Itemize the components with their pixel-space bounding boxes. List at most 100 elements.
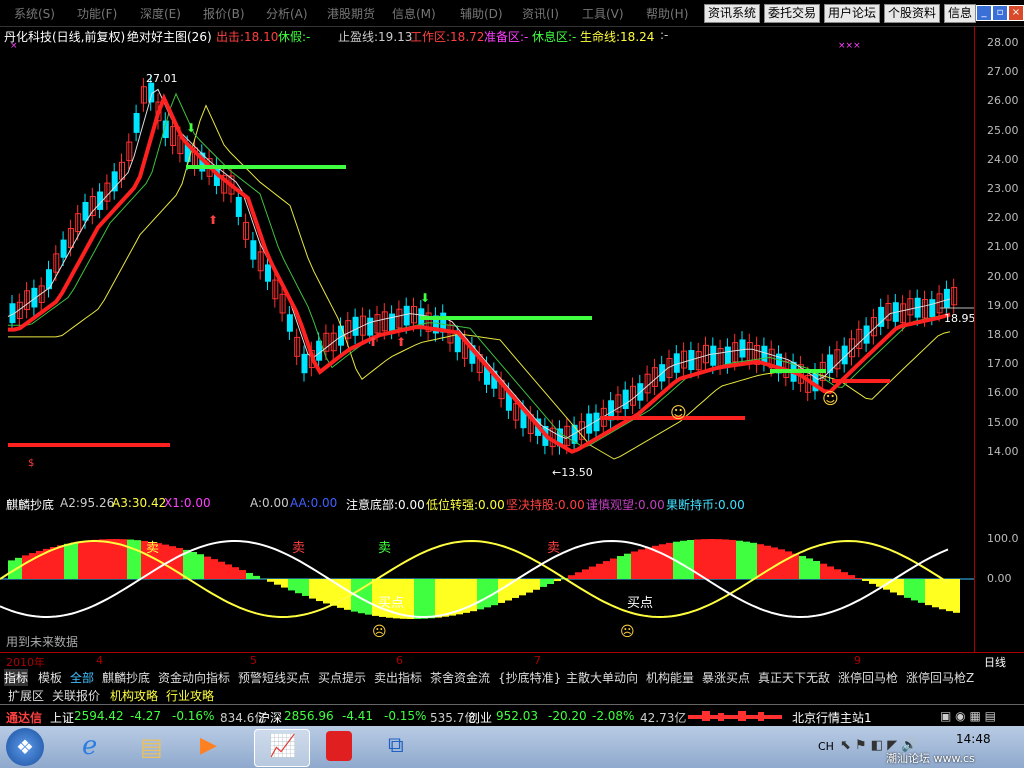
windows-logo-icon: ❖ — [16, 735, 34, 759]
candle-body — [316, 340, 323, 361]
media-taskbar-button[interactable]: ▶ — [184, 729, 238, 765]
sub-bar — [442, 579, 449, 617]
sz-value: 2856.96 — [284, 709, 334, 723]
buy-arrow-icon: ⬆ — [208, 213, 218, 227]
candle-body — [929, 299, 936, 317]
btn-info[interactable]: 信息 — [944, 4, 977, 23]
candle-body — [622, 389, 629, 410]
sub-bar — [722, 539, 729, 579]
buy-arrow-icon-2: ⬆ — [368, 335, 378, 349]
tab-sell[interactable]: 卖出指标 — [374, 669, 422, 686]
price-tick: 27.00 — [987, 65, 1019, 79]
tab-invincible[interactable]: 真正天下无敌 — [758, 669, 830, 686]
tab-indicator[interactable]: 指标 — [4, 669, 29, 686]
sell-label: 卖 — [146, 541, 159, 556]
sub-bar — [337, 579, 344, 608]
sub-bar — [484, 579, 491, 608]
face-icon-2: ☹ — [620, 624, 635, 640]
sub-bar — [827, 566, 834, 579]
menu-bar: 系统(S) 功能(F) 深度(E) 报价(B) 分析(A) 港股期货 信息(M)… — [0, 0, 1024, 27]
sub-bar — [288, 579, 295, 591]
sub-bar — [897, 579, 904, 596]
btn-forum[interactable]: 用户论坛 — [824, 4, 881, 23]
sub-a2: A2:95.26 — [60, 496, 115, 510]
sub-bar — [281, 579, 288, 588]
sh-change: -4.27 — [130, 709, 162, 723]
btn-news-system[interactable]: 资讯系统 — [704, 4, 761, 23]
minimize-icon[interactable]: _ — [976, 5, 992, 21]
sub-bar — [925, 579, 932, 606]
tab-big-order[interactable]: 主散大单动向 — [566, 669, 638, 686]
cy-label[interactable]: 创业 — [468, 709, 492, 726]
time-m7: 7 — [534, 654, 541, 667]
tab-warn[interactable]: 预警短线买点 — [238, 669, 310, 686]
sh-label[interactable]: 上证 — [50, 709, 74, 726]
btn-trade[interactable]: 委托交易 — [764, 4, 821, 23]
btn-stock-info[interactable]: 个股资料 — [884, 4, 941, 23]
price-tick: 26.00 — [987, 94, 1019, 108]
tab-buy-tip[interactable]: 买点提示 — [318, 669, 366, 686]
sub-bar — [750, 542, 757, 579]
tab-limit-up[interactable]: 涨停回马枪 — [838, 669, 898, 686]
sell-label-3: 卖 — [378, 541, 391, 556]
tab-ext[interactable]: 扩展区 — [8, 687, 44, 704]
sub-bar — [106, 539, 113, 579]
ext-tabs: 扩展区 关联报价 机构攻略 行业攻略 — [0, 686, 1024, 704]
menu-depth[interactable]: 深度(E) — [140, 5, 181, 22]
time-m5: 5 — [250, 654, 257, 667]
sub-bar — [519, 579, 526, 596]
sub-bar — [197, 554, 204, 579]
tdx-taskbar-button[interactable]: 📈 — [254, 729, 310, 767]
menu-analysis[interactable]: 分析(A) — [266, 5, 308, 22]
tab-fund-flow[interactable]: 资金动向指标 — [158, 669, 230, 686]
sub-bar — [939, 579, 946, 610]
tab-energy[interactable]: 机构能量 — [646, 669, 694, 686]
sub-bar — [680, 540, 687, 579]
tab-surge[interactable]: 暴涨买点 — [702, 669, 750, 686]
menu-aux[interactable]: 辅助(D) — [460, 5, 503, 22]
menu-system[interactable]: 系统(S) — [14, 5, 55, 22]
price-tick: 28.00 — [987, 36, 1019, 49]
tab-inst[interactable]: 机构攻略 — [110, 687, 158, 704]
tab-limit-up-z[interactable]: 涨停回马枪Z — [906, 669, 974, 686]
tab-related[interactable]: 关联报价 — [52, 687, 100, 704]
sz-label[interactable]: 沪深 — [258, 709, 282, 726]
sub-bar — [869, 579, 876, 584]
tab-tea[interactable]: 茶舍资金流 — [430, 669, 490, 686]
sub-bar — [568, 575, 575, 579]
menu-help[interactable]: 帮助(H) — [646, 5, 688, 22]
tab-bottom[interactable]: {抄底特准} — [498, 669, 561, 686]
start-button[interactable]: ❖ — [6, 728, 44, 766]
menu-news[interactable]: 资讯(I) — [522, 5, 559, 22]
explorer-taskbar-button[interactable]: ▤ — [126, 729, 180, 765]
tab-industry[interactable]: 行业攻略 — [166, 687, 214, 704]
sub-bar — [267, 579, 274, 582]
sub-bar — [71, 542, 78, 579]
sub-aa: AA:0.00 — [290, 496, 338, 510]
menu-hk-futures[interactable]: 港股期货 — [327, 5, 375, 22]
sub-chart[interactable]: 卖 卖 卖 卖 买点 买点 ☹ ☹ 用到未来数据 — [0, 510, 974, 652]
menu-quote[interactable]: 报价(B) — [203, 5, 245, 22]
sub-bar — [127, 539, 134, 579]
sub-bar — [813, 560, 820, 579]
face-icon: ☹ — [372, 624, 387, 640]
restore-icon[interactable]: ▫ — [992, 5, 1008, 21]
clock[interactable]: 14:48 — [956, 732, 991, 746]
app-taskbar-button[interactable] — [312, 729, 366, 765]
tab-qilin[interactable]: 麒麟抄底 — [102, 669, 150, 686]
menu-info[interactable]: 信息(M) — [392, 5, 436, 22]
tab-template[interactable]: 模板 — [38, 669, 62, 686]
menu-function[interactable]: 功能(F) — [77, 5, 117, 22]
language-indicator[interactable]: CH — [818, 740, 834, 753]
candle-body — [60, 239, 67, 258]
candle-body — [235, 196, 242, 217]
ie-icon: ℯ — [82, 731, 98, 761]
ie-taskbar-button[interactable]: ℯ — [68, 729, 122, 765]
close-icon[interactable]: × — [1008, 5, 1024, 21]
tab-all[interactable]: 全部 — [70, 669, 94, 686]
server-label[interactable]: 北京行情主站1 — [792, 709, 872, 726]
time-axis: 2010年 4 5 6 7 9 日线 — [0, 652, 1024, 669]
remote-taskbar-button[interactable]: ⧉ — [374, 729, 428, 765]
menu-tools[interactable]: 工具(V) — [582, 5, 624, 22]
smile-icon: ☺ — [670, 403, 687, 422]
